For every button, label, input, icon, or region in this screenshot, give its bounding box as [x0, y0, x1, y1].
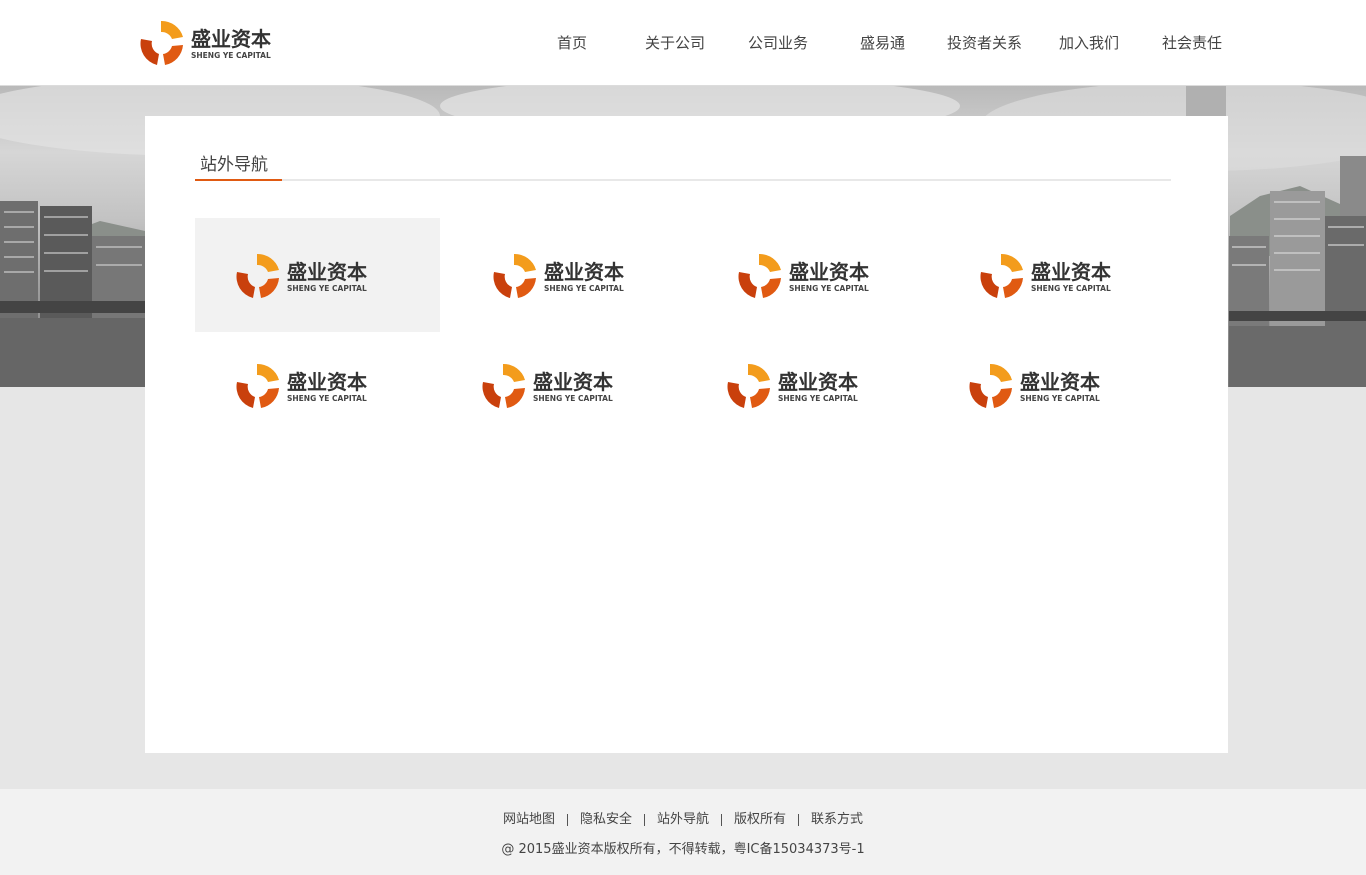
sheng-ye-capital-logo: 盛业资本SHENG YE CAPITAL [493, 253, 624, 298]
external-link-tile[interactable]: 盛业资本 SHENG YE CAPITAL [195, 332, 440, 446]
brand-name-en: SHENG YE CAPITAL [1031, 284, 1111, 293]
external-link-tile[interactable]: 盛业资本 SHENG YE CAPITAL [451, 218, 696, 332]
brand-name-cn: 盛业资本 [778, 370, 858, 394]
footer-links: 网站地图 隐私安全 站外导航 版权所有 联系方式 [0, 808, 1366, 827]
brand-name-cn: 盛业资本 [789, 260, 869, 284]
brand-mark-icon [482, 363, 525, 408]
sheng-ye-capital-logo: 盛业资本SHENG YE CAPITAL [969, 363, 1100, 408]
nav-join-us[interactable]: 加入我们 [1059, 31, 1119, 55]
title-accent-bar [195, 179, 282, 181]
external-link-tile[interactable]: 盛业资本 SHENG YE CAPITAL [195, 218, 440, 332]
brand-name-en: SHENG YE CAPITAL [533, 394, 613, 403]
content-card: 站外导航 盛业资本 SHENG YE CAPITAL 盛业资本 SHENG YE CA… [145, 116, 1228, 753]
nav-shengyitong[interactable]: 盛易通 [860, 31, 905, 55]
brand-name-en: SHENG YE CAPITAL [191, 51, 271, 60]
sheng-ye-capital-logo: 盛业资本SHENG YE CAPITAL [980, 253, 1111, 298]
external-link-tile[interactable]: 盛业资本 SHENG YE CAPITAL [938, 218, 1183, 332]
sheng-ye-capital-logo: 盛业资本SHENG YE CAPITAL [482, 363, 613, 408]
brand-name-cn: 盛业资本 [191, 27, 271, 51]
brand-name-en: SHENG YE CAPITAL [789, 284, 869, 293]
brand-name-cn: 盛业资本 [544, 260, 624, 284]
brand-mark-icon [727, 363, 770, 408]
footer-link-privacy[interactable]: 隐私安全 [568, 808, 644, 827]
sheng-ye-capital-logo: 盛业资本SHENG YE CAPITAL [236, 363, 367, 408]
brand-mark-icon [738, 253, 781, 298]
brand-mark-icon [980, 253, 1023, 298]
external-link-tile[interactable]: 盛业资本 SHENG YE CAPITAL [938, 332, 1183, 446]
brand-mark-icon [236, 253, 279, 298]
nav-social-responsibility[interactable]: 社会责任 [1162, 31, 1222, 55]
external-link-tile[interactable]: 盛业资本 SHENG YE CAPITAL [696, 332, 941, 446]
section-title: 站外导航 [200, 155, 268, 175]
brand-name-en: SHENG YE CAPITAL [1020, 394, 1100, 403]
copyright-text: @ 2015盛业资本版权所有，不得转载，粤IC备15034373号-1 [501, 842, 865, 857]
brand-mark-icon [236, 363, 279, 408]
nav-investor-relations[interactable]: 投资者关系 [947, 31, 1022, 55]
sheng-ye-capital-logo: 盛业资本SHENG YE CAPITAL [236, 253, 367, 298]
footer-link-contact[interactable]: 联系方式 [799, 808, 875, 827]
brand-name-cn: 盛业资本 [533, 370, 613, 394]
footer-link-sitemap[interactable]: 网站地图 [491, 808, 567, 827]
brand-name-cn: 盛业资本 [1020, 370, 1100, 394]
brand-mark-icon [493, 253, 536, 298]
brand-mark-icon [969, 363, 1012, 408]
nav-home[interactable]: 首页 [557, 31, 587, 55]
sheng-ye-capital-logo: 盛业资本SHENG YE CAPITAL [738, 253, 869, 298]
nav-business[interactable]: 公司业务 [748, 31, 808, 55]
brand-name-cn: 盛业资本 [287, 260, 367, 284]
site-footer: 网站地图 隐私安全 站外导航 版权所有 联系方式 @ 2015盛业资本版权所有，不得转载… [0, 789, 1366, 875]
nav-about[interactable]: 关于公司 [645, 31, 705, 55]
brand-name-cn: 盛业资本 [1031, 260, 1111, 284]
brand-name-en: SHENG YE CAPITAL [544, 284, 624, 293]
sheng-ye-capital-logo: 盛业资本SHENG YE CAPITAL [727, 363, 858, 408]
external-link-tile[interactable]: 盛业资本 SHENG YE CAPITAL [451, 332, 696, 446]
site-header: 盛业资本 SHENG YE CAPITAL 首页 关于公司 公司业务 盛易通 投… [0, 0, 1366, 86]
brand-name-en: SHENG YE CAPITAL [287, 284, 367, 293]
brand-name-en: SHENG YE CAPITAL [778, 394, 858, 403]
title-divider [195, 179, 1171, 181]
external-link-tile[interactable]: 盛业资本 SHENG YE CAPITAL [696, 218, 941, 332]
sheng-ye-capital-logo[interactable]: 盛业资本 SHENG YE CAPITAL [139, 19, 289, 67]
brand-name-cn: 盛业资本 [287, 370, 367, 394]
footer-link-copyright[interactable]: 版权所有 [722, 808, 798, 827]
footer-link-external-nav[interactable]: 站外导航 [645, 808, 721, 827]
brand-name-en: SHENG YE CAPITAL [287, 394, 367, 403]
brand-mark-icon [140, 20, 183, 65]
